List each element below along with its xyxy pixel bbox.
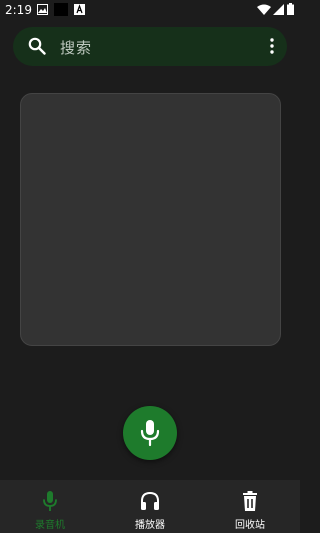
nav-item-trash[interactable]: 回收站 <box>200 480 300 533</box>
record-button[interactable] <box>123 406 177 460</box>
status-bar: 2:19 <box>0 0 300 20</box>
battery-icon <box>287 3 294 15</box>
image-notification-icon <box>37 4 48 15</box>
wifi-icon <box>257 4 271 15</box>
font-notification-icon <box>74 4 85 15</box>
more-vert-icon[interactable] <box>270 38 274 54</box>
microphone-icon <box>140 420 160 447</box>
waveform-card <box>20 93 281 346</box>
search-icon[interactable] <box>28 37 46 55</box>
bottom-navigation: 录音机 播放器 回收站 <box>0 480 300 533</box>
nav-label-player: 播放器 <box>135 520 165 531</box>
search-bar[interactable]: 搜索 <box>13 27 287 66</box>
cellular-signal-icon <box>273 4 284 15</box>
trash-icon <box>243 491 257 511</box>
nav-label-recorder: 录音机 <box>35 520 65 531</box>
nav-item-player[interactable]: 播放器 <box>100 480 200 533</box>
nav-item-recorder[interactable]: 录音机 <box>0 480 100 533</box>
nav-label-trash: 回收站 <box>235 520 265 531</box>
black-square-notification-icon <box>54 3 68 16</box>
microphone-icon <box>43 491 57 511</box>
headphones-icon <box>141 491 159 510</box>
search-placeholder[interactable]: 搜索 <box>60 37 92 58</box>
status-time: 2:19 <box>5 3 32 17</box>
